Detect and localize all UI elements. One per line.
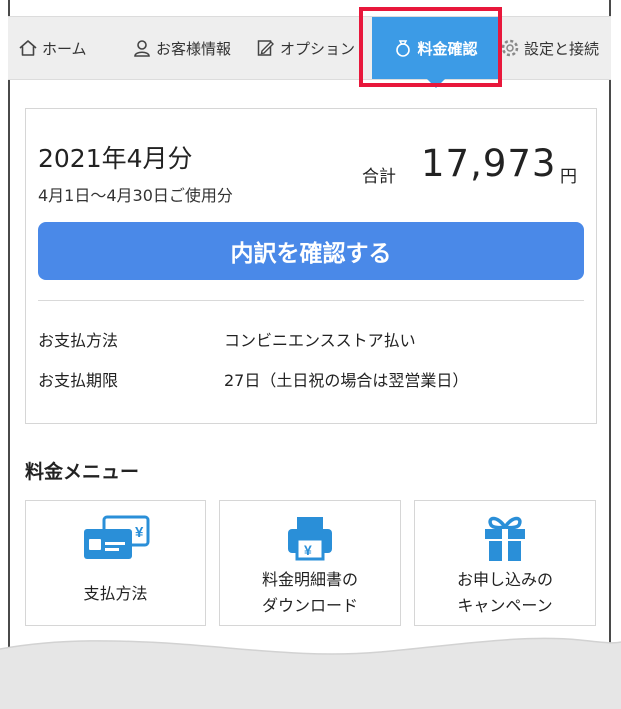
nav-item-settings[interactable]: 設定と接続 (500, 17, 599, 79)
view-breakdown-button[interactable]: 内訳を確認する (38, 222, 584, 280)
nav-item-customer-info[interactable]: お客様情報 (132, 17, 231, 79)
billing-month: 2021年4月分 (38, 144, 193, 173)
coin-bag-icon (396, 40, 411, 57)
menu-tile-label: 支払方法 (83, 584, 148, 603)
total-unit: 円 (560, 167, 577, 187)
home-icon (19, 40, 37, 56)
menu-tile-statement-download[interactable]: ¥ 料金明細書の ダウンロード (219, 500, 401, 626)
payment-method-value: コンビニエンスストア払い (224, 331, 416, 350)
printer-icon: ¥ (288, 517, 332, 561)
payment-deadline-label: お支払期限 (38, 371, 119, 390)
torn-edge-overlay (0, 637, 621, 709)
total-amount: 17,973 (421, 142, 557, 185)
menu-tile-campaign[interactable]: お申し込みの キャンペーン (414, 500, 596, 626)
payment-method-label: お支払方法 (38, 331, 119, 350)
divider (38, 300, 584, 301)
gear-icon (501, 39, 519, 57)
credit-cards-icon: ¥ (83, 515, 149, 559)
menu-tile-label: お申し込みの キャンペーン (456, 570, 553, 615)
payment-deadline-value: 27日（土日祝の場合は翌営業日） (224, 371, 469, 390)
user-icon (134, 40, 150, 57)
edit-icon (257, 40, 274, 56)
nav-item-home[interactable]: ホーム (18, 17, 87, 79)
menu-tile-label: 料金明細書の ダウンロード (261, 570, 358, 615)
nav-item-label: オプション (280, 39, 356, 58)
nav-item-label: ホーム (42, 39, 87, 58)
total-label: 合計 (362, 167, 396, 187)
nav-item-label: 設定と接続 (524, 39, 600, 58)
nav-item-label: お客様情報 (156, 39, 232, 58)
svg-text:¥: ¥ (304, 542, 312, 558)
svg-text:¥: ¥ (135, 524, 144, 541)
menu-tile-payment-method[interactable]: ¥ 支払方法 (25, 500, 206, 626)
nav-item-options[interactable]: オプション (256, 17, 355, 79)
billing-summary-card: 2021年4月分 4月1日～4月30日ご使用分 合計 17,973 円 内訳を確… (25, 108, 597, 424)
gift-icon (485, 516, 525, 561)
billing-menu-title: 料金メニュー (25, 461, 140, 483)
nav-item-label: 料金確認 (417, 39, 478, 58)
top-nav: ホーム お客様情報 オプション 料金確認 設定と接続 (8, 16, 611, 88)
usage-period: 4月1日～4月30日ご使用分 (38, 186, 233, 205)
nav-item-billing[interactable]: 料金確認 (372, 17, 499, 88)
active-indicator (426, 79, 445, 88)
